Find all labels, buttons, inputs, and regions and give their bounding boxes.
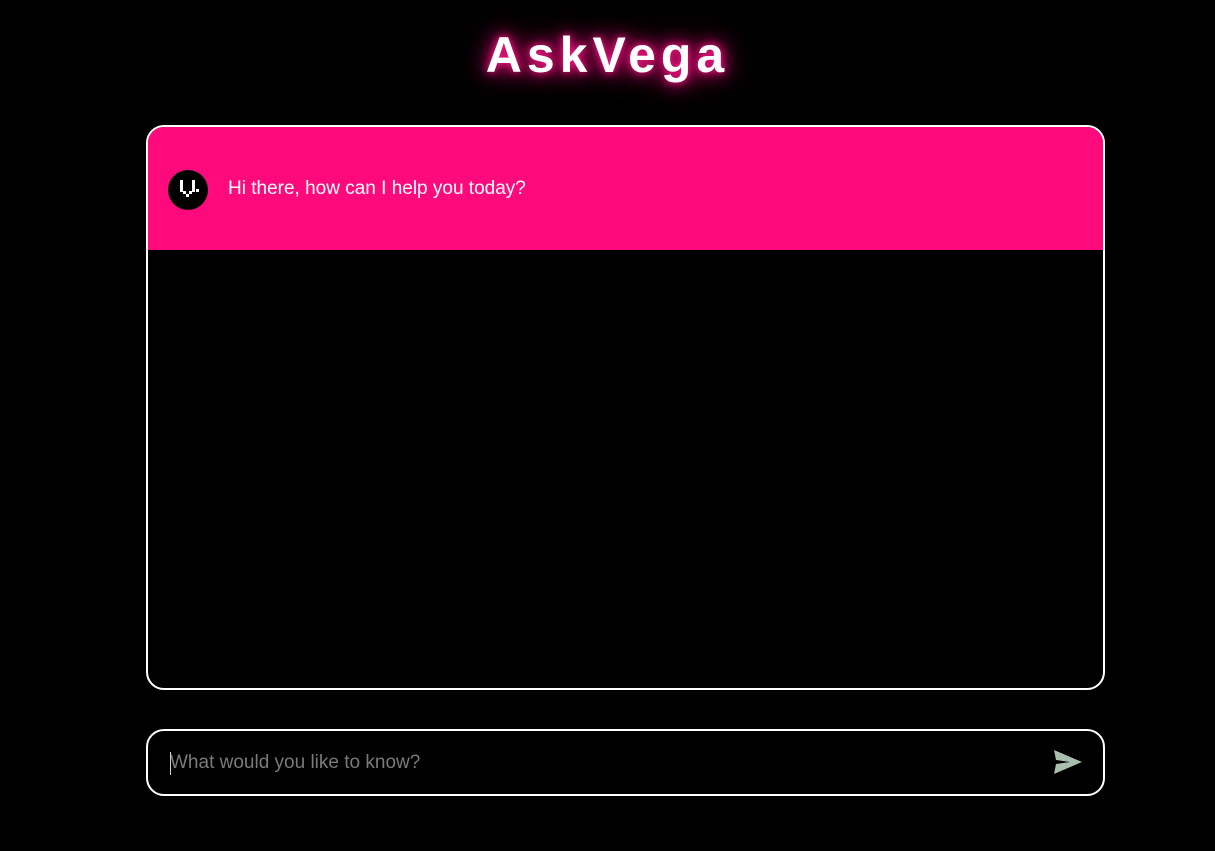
app-title: AskVega (485, 27, 730, 83)
vega-logo-icon (168, 170, 208, 210)
message-input[interactable] (170, 743, 1030, 783)
send-icon (1054, 750, 1082, 774)
message-text: Hi there, how can I help you today? (228, 178, 526, 199)
chat-panel: Hi there, how can I help you today? (146, 125, 1105, 690)
send-button[interactable] (1050, 746, 1086, 778)
text-caret (170, 752, 171, 775)
assistant-message: Hi there, how can I help you today? (148, 127, 1103, 250)
message-input-bar (146, 729, 1105, 796)
